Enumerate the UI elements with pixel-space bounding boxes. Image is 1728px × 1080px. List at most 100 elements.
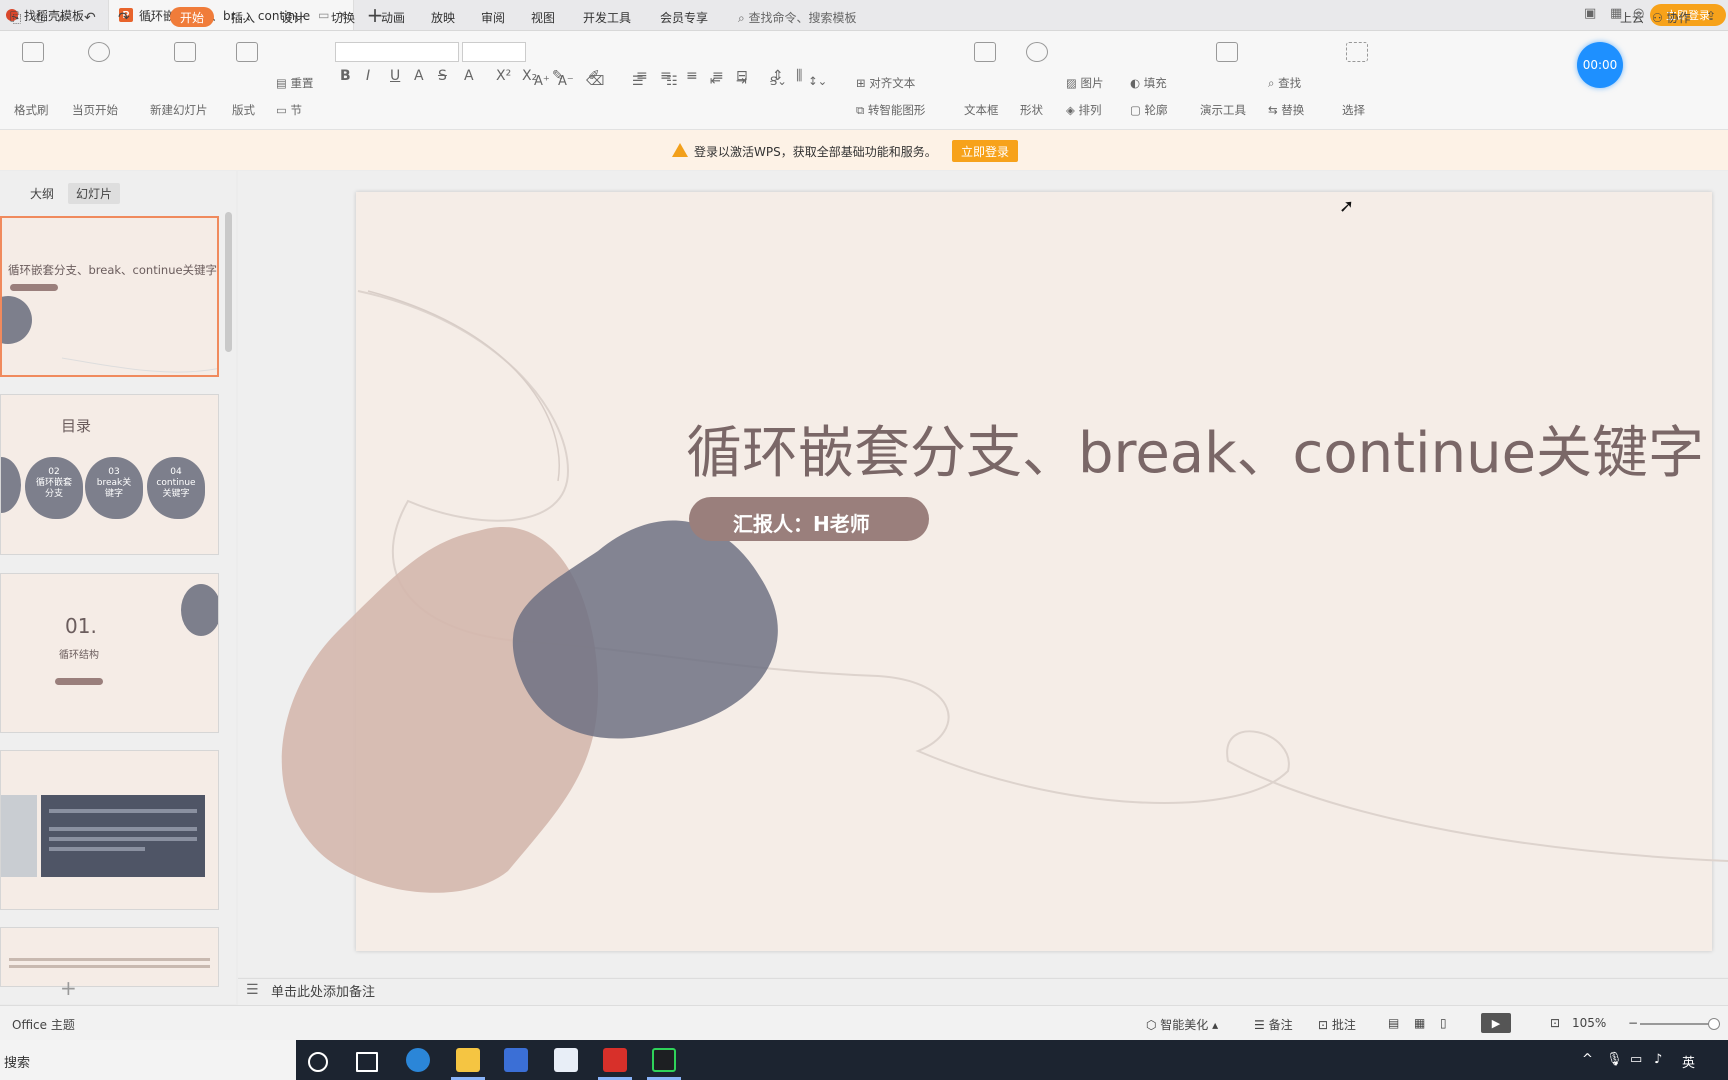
edge-icon[interactable] [406,1048,430,1072]
replace-button[interactable]: ⇆ 替换 [1268,102,1304,118]
network-icon[interactable]: ▭ [1630,1052,1642,1067]
menu-view[interactable]: 视图 [531,9,555,26]
menu-slideshow[interactable]: 放映 [431,9,455,26]
wps-icon[interactable] [603,1048,627,1072]
comments-toggle[interactable]: ⊡ 批注 [1318,1016,1356,1033]
layout-icon[interactable]: ▣ [1584,6,1596,21]
taskbar-search-box[interactable] [0,1040,296,1080]
layout-button[interactable]: 版式 [232,102,255,118]
notes-bar[interactable] [238,978,1728,1005]
bold-icon[interactable]: B [340,68,351,84]
zoom-level[interactable]: 105% [1572,1016,1606,1030]
volume-icon[interactable]: ♪ [1654,1052,1662,1067]
font-size-select[interactable] [462,42,526,62]
font-color-icon[interactable]: A [464,68,474,84]
fill-button[interactable]: ◐ 填充 [1130,75,1167,91]
notes-toggle[interactable]: ☰ 备注 [1254,1016,1293,1033]
cloud-button[interactable]: 上云 [1620,9,1644,26]
arrange-button[interactable]: ◈ 排列 [1066,102,1102,118]
share-icon[interactable]: ⇪ [1706,9,1716,23]
underline-icon[interactable]: U [390,68,400,84]
zoom-out-icon[interactable]: − [1628,1016,1638,1030]
undo-icon[interactable]: ↶ [84,10,96,26]
presenter-label[interactable]: 汇报人：H老师 [733,508,870,537]
select-button[interactable]: 选择 [1342,102,1365,118]
screen-icon[interactable]: ▭ [318,8,329,22]
command-search[interactable]: ⌕ 查找命令、搜索模板 [738,9,857,26]
slide-thumbnail-4[interactable] [0,750,219,910]
store-icon[interactable] [504,1048,528,1072]
shape-button[interactable]: 形状 [1020,102,1043,118]
fit-window-icon[interactable]: ⊡ [1550,1016,1560,1030]
print-preview-icon[interactable]: ⌕ [58,10,66,26]
redo-icon[interactable]: ↷ [118,10,130,26]
theme-name[interactable]: Office 主题 [12,1016,75,1033]
new-slide-button[interactable]: 新建幻灯片 [150,102,208,118]
subscript-icon[interactable]: X₂ [522,68,537,84]
reading-view-icon[interactable]: ▯ [1440,1016,1447,1030]
slide-thumbnail-1[interactable]: 循环嵌套分支、break、continue关键字 [0,216,219,377]
print-icon[interactable]: ⎙ [34,10,45,26]
strikethrough-icon[interactable]: S [438,68,447,84]
present-tools-button[interactable]: 演示工具 [1200,102,1246,118]
format-painter-button[interactable]: 格式刷 [14,102,49,118]
task-view-icon[interactable] [356,1052,378,1072]
zoom-slider-knob[interactable] [1708,1018,1720,1030]
line-spacing-icon[interactable]: ↕⌄ [808,74,827,88]
menu-animation[interactable]: 动画 [381,9,405,26]
align-text-button[interactable]: ⊞ 对齐文本 [856,75,915,91]
beautify-button[interactable]: ⬡ 智能美化 ▴ [1146,1016,1218,1033]
slide-thumbnail-3[interactable]: 01. 循环结构 [0,573,219,733]
microphone-icon[interactable]: 🎙 [1606,1052,1623,1067]
slide-thumbnail-5[interactable] [0,927,219,987]
customize-chevron-icon[interactable]: ⌄ [146,12,155,25]
superscript-icon[interactable]: X² [496,68,511,84]
file-explorer-icon[interactable] [456,1048,480,1072]
outline-button[interactable]: ▢ 轮廓 [1130,102,1168,118]
collab-button[interactable]: ⚇ 协作 [1652,9,1691,26]
menu-design[interactable]: 设计 [281,9,305,26]
tab-outline[interactable]: 大纲 [22,183,62,204]
shadow-icon[interactable]: A [414,68,424,84]
normal-view-icon[interactable]: ▤ [1388,1016,1399,1030]
menu-member[interactable]: 会员专享 [660,9,708,26]
text-effect-icon[interactable]: ✎ [552,68,564,84]
columns-icon[interactable]: ⫼ [796,68,802,84]
textbox-button[interactable]: 文本框 [964,102,999,118]
italic-icon[interactable]: I [366,68,370,84]
reset-button[interactable]: ▤ 重置 [276,75,314,91]
align-left-icon[interactable]: ≡ [636,68,648,84]
ime-indicator[interactable]: 英 [1682,1052,1695,1071]
notes-placeholder[interactable]: 单击此处添加备注 [271,981,375,1000]
menu-review[interactable]: 审阅 [481,9,505,26]
slide-thumbnail-2[interactable]: 目录 02 循环嵌套分支 03 break关键字 04 continue关键字 [0,394,219,555]
recording-timer[interactable]: 00:00 [1577,42,1623,88]
save-icon[interactable]: ⎘ [10,10,21,26]
play-from-current-button[interactable]: 当页开始 [72,102,118,118]
find-button[interactable]: ⌕ 查找 [1268,75,1301,91]
menu-insert[interactable]: 插入 [231,9,255,26]
align-right-icon[interactable]: ≡ [686,68,698,84]
paragraph-spacing-icon[interactable]: ⇕ [772,68,784,84]
slide-title[interactable]: 循环嵌套分支、break、continue关键字 [686,408,1704,489]
pycharm-icon[interactable] [652,1048,676,1072]
tab-slides[interactable]: 幻灯片 [68,183,121,204]
menu-transition[interactable]: 切换 [331,9,355,26]
play-slideshow-icon[interactable]: ▶ [1481,1013,1511,1033]
section-button[interactable]: ▭ 节 [276,102,302,118]
notice-login-button[interactable]: 立即登录 [952,140,1018,162]
mail-icon[interactable] [554,1048,578,1072]
justify-icon[interactable]: ≡ [712,68,724,84]
font-family-select[interactable] [335,42,459,62]
smart-graphic-button[interactable]: ⧉ 转智能图形 [856,102,925,118]
sorter-view-icon[interactable]: ▦ [1414,1016,1425,1030]
picture-button[interactable]: ▨ 图片 [1066,75,1104,91]
align-center-icon[interactable]: ≡ [660,68,672,84]
tray-expand-icon[interactable]: ^ [1582,1052,1593,1067]
distribute-icon[interactable]: ⊟ [736,68,748,84]
add-slide-icon[interactable]: + [60,976,77,1000]
menu-start[interactable]: 开始 [170,7,214,27]
panel-scrollbar[interactable] [225,212,232,352]
cortana-icon[interactable] [308,1052,328,1072]
menu-developer[interactable]: 开发工具 [583,9,631,26]
